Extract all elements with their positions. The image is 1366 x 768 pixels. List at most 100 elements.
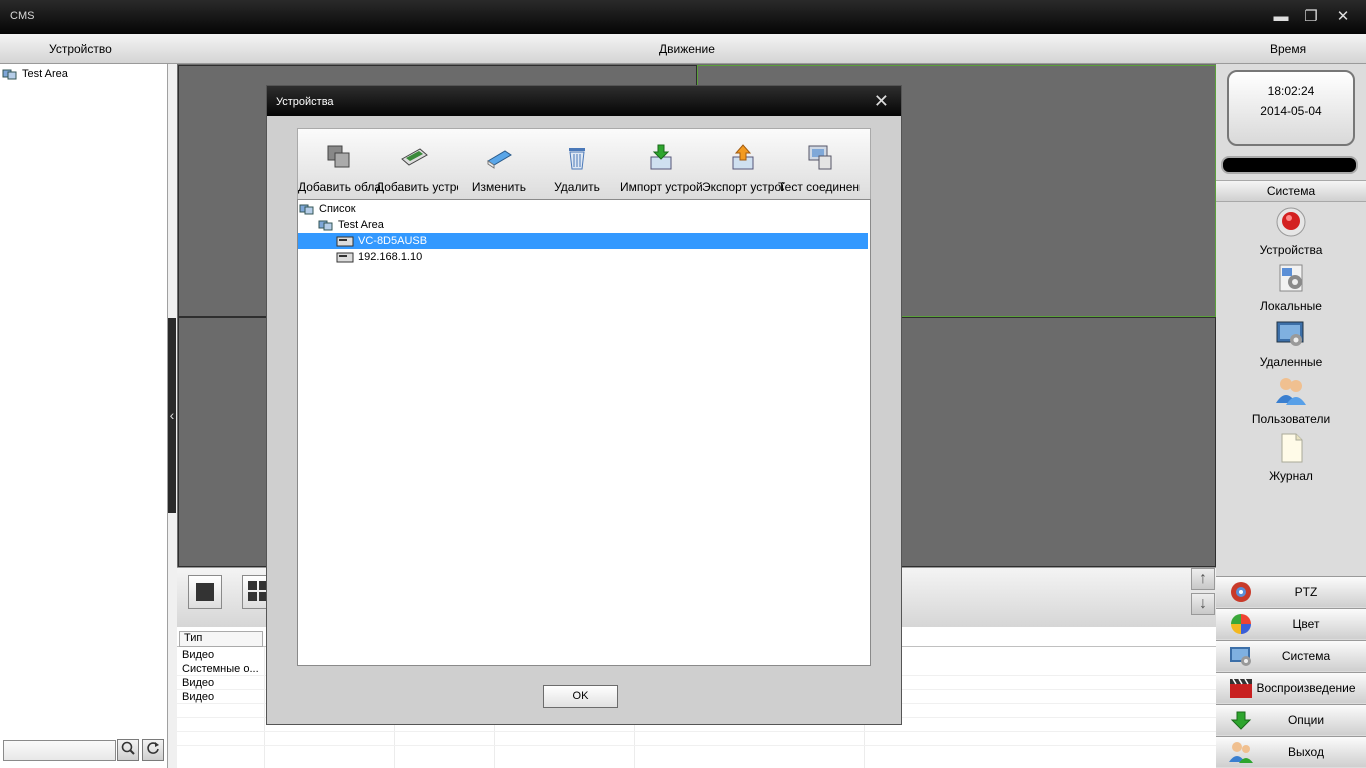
sys-item-label: Удаленные <box>1259 355 1323 369</box>
tree-search-input[interactable] <box>3 740 116 761</box>
test-connection-icon <box>808 145 832 170</box>
clock-time: 18:02:24 <box>1267 84 1315 98</box>
collapse-panel-handle[interactable]: ‹ <box>168 318 176 513</box>
dvr-device-icon <box>336 236 354 247</box>
search-icon <box>121 741 135 755</box>
menu-color-button[interactable]: Цвет <box>1216 608 1366 639</box>
dialog-close-button[interactable]: ✕ <box>874 91 889 112</box>
export-icon <box>732 144 754 170</box>
window-titlebar: CMS ▬ ❐ ✕ <box>0 0 1366 34</box>
import-icon <box>650 144 672 170</box>
device-tree-panel: Test Area <box>0 64 168 768</box>
sys-item-remote[interactable]: Удаленные <box>1216 318 1366 374</box>
scroll-up-button[interactable]: ↑ <box>1191 568 1215 590</box>
menu-label: Опции <box>1287 713 1325 727</box>
tree-root-item[interactable]: Test Area <box>2 66 68 82</box>
app-title: CMS <box>10 10 35 22</box>
tree-node-label: Test Area <box>338 219 384 231</box>
toolbar-label: Импорт устройств <box>620 180 702 194</box>
header-device[interactable]: Устройство <box>49 42 112 56</box>
log-row[interactable]: Видео <box>182 649 214 661</box>
edit-button[interactable]: Изменить <box>458 129 540 199</box>
log-row[interactable]: Видео <box>182 691 214 703</box>
remote-settings-icon <box>1276 321 1304 346</box>
toolbar-label: Изменить <box>471 180 527 194</box>
menu-options-button[interactable]: Опции <box>1216 704 1366 735</box>
tree-node-label: VC-8D5AUSB <box>358 235 428 247</box>
sys-item-devices[interactable]: Устройства <box>1216 206 1366 262</box>
area-icon <box>2 69 17 80</box>
restore-button[interactable]: ❐ <box>1302 8 1320 26</box>
sys-item-label: Пользователи <box>1251 412 1331 426</box>
dialog-toolbar: Добавить область Добавить устройство Изм… <box>297 128 871 200</box>
log-row[interactable]: Видео <box>182 677 214 689</box>
devices-dialog: Устройства ✕ Добавить область Добавить у… <box>266 85 902 725</box>
sys-item-journal[interactable]: Журнал <box>1216 432 1366 488</box>
tree-node-area[interactable]: Test Area <box>318 217 384 233</box>
menu-label: PTZ <box>1294 585 1318 599</box>
device-record-icon <box>1276 207 1306 237</box>
toolbar-label: Тест соединения <box>778 180 860 194</box>
log-document-icon <box>1281 433 1303 463</box>
log-row[interactable]: Системные о... <box>182 663 259 675</box>
menu-system-button[interactable]: Система <box>1216 640 1366 671</box>
dialog-title: Устройства <box>276 96 334 108</box>
tree-node-label: 192.168.1.10 <box>358 251 423 263</box>
layout-1x1-button[interactable] <box>188 575 222 609</box>
tree-root-label: Test Area <box>22 68 68 80</box>
sys-item-users[interactable]: Пользователи <box>1216 375 1366 431</box>
menu-label: Воспроизведение <box>1256 681 1356 695</box>
dialog-titlebar[interactable]: Устройства ✕ <box>267 86 901 116</box>
export-devices-button[interactable]: Экспорт устройств <box>702 129 784 199</box>
tree-node-device[interactable]: 192.168.1.10 <box>336 249 422 265</box>
status-bar <box>1221 156 1358 174</box>
toolbar-label: Экспорт устройств <box>702 180 784 194</box>
sys-item-local[interactable]: Локальные <box>1216 262 1366 318</box>
delete-button[interactable]: Удалить <box>536 129 618 199</box>
add-area-icon <box>327 145 350 168</box>
add-area-button[interactable]: Добавить область <box>298 129 380 199</box>
minimize-button[interactable]: ▬ <box>1272 8 1290 26</box>
clock-date: 2014-05-04 <box>1260 104 1322 118</box>
device-list-tree: Список Test Area VC-8D5AUSB 192.168.1.10 <box>297 199 871 666</box>
header-time[interactable]: Время <box>1270 42 1306 56</box>
toolbar-label: Добавить область <box>298 180 380 194</box>
sys-item-label: Устройства <box>1259 243 1323 257</box>
dvr-device-icon <box>336 252 354 263</box>
toolbar-label: Удалить <box>554 180 600 194</box>
ok-button[interactable]: OK <box>543 685 618 708</box>
menu-ptz-button[interactable]: PTZ <box>1216 576 1366 607</box>
right-control-panel: 18:02:24 2014-05-04 Система Устройства Л… <box>1216 64 1366 768</box>
add-device-button[interactable]: Добавить устройство <box>376 129 458 199</box>
header-motion[interactable]: Движение <box>659 42 715 56</box>
header-bar: Устройство Движение Время <box>0 34 1366 64</box>
toolbar-label: Добавить устройство <box>376 180 458 194</box>
search-button[interactable] <box>117 739 139 761</box>
tree-node-device-selected[interactable]: VC-8D5AUSB <box>298 233 868 249</box>
close-button[interactable]: ✕ <box>1334 8 1352 26</box>
users-icon <box>1276 378 1306 405</box>
edit-icon <box>487 150 512 169</box>
area-icon <box>318 220 333 231</box>
refresh-icon <box>147 742 159 754</box>
log-column-type[interactable]: Тип <box>179 631 263 647</box>
sys-item-label: Локальные <box>1260 299 1322 313</box>
menu-exit-button[interactable]: Выход <box>1216 736 1366 767</box>
local-settings-icon <box>1279 264 1303 292</box>
sys-item-label: Журнал <box>1269 469 1313 483</box>
menu-label: Система <box>1281 649 1331 663</box>
scroll-down-button[interactable]: ↓ <box>1191 593 1215 615</box>
menu-playback-button[interactable]: Воспроизведение <box>1216 672 1366 703</box>
add-device-icon <box>401 148 428 166</box>
tree-node-label: Список <box>319 203 356 215</box>
delete-trash-icon <box>569 148 585 170</box>
import-devices-button[interactable]: Импорт устройств <box>620 129 702 199</box>
refresh-button[interactable] <box>142 739 164 761</box>
menu-label: Выход <box>1288 745 1324 759</box>
tree-node-list-root[interactable]: Список <box>299 201 356 217</box>
area-icon <box>299 204 314 215</box>
menu-label: Цвет <box>1292 617 1320 631</box>
clock-display: 18:02:24 2014-05-04 <box>1227 70 1355 146</box>
test-connection-button[interactable]: Тест соединения <box>778 129 860 199</box>
system-section-tab[interactable]: Система <box>1216 180 1366 202</box>
